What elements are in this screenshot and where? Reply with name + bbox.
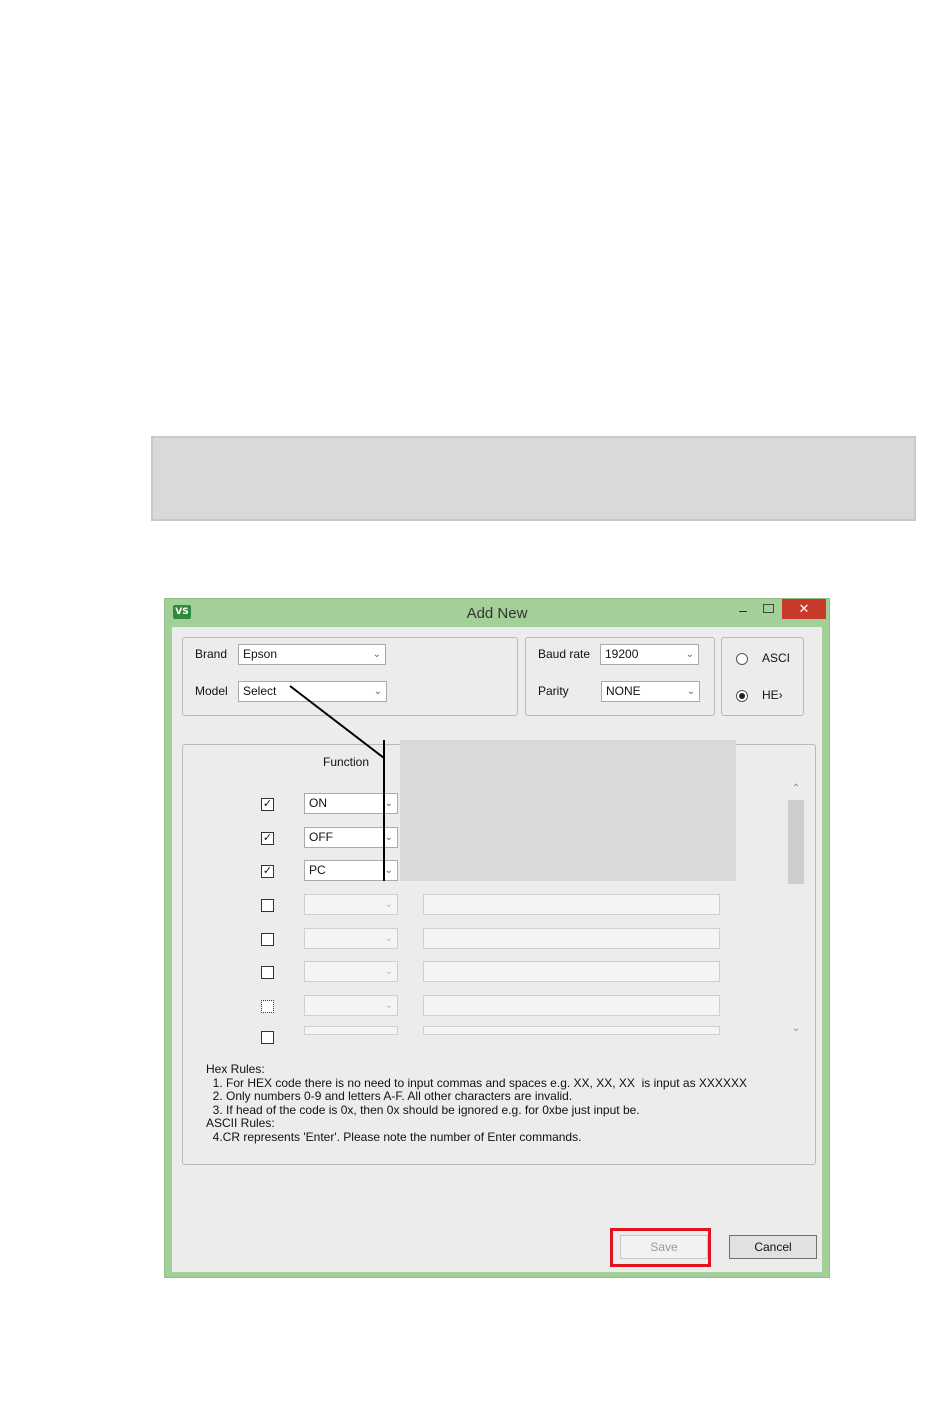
maximize-icon	[763, 604, 774, 613]
add-new-window: VS Add New – ✕ Brand Epson ⌄ Model Selec…	[164, 598, 830, 1278]
cancel-button[interactable]: Cancel	[729, 1235, 817, 1259]
save-highlight-box	[610, 1228, 711, 1267]
leader-line	[289, 685, 385, 759]
title-bar[interactable]: VS Add New – ✕	[165, 599, 829, 625]
minimize-button[interactable]: –	[733, 601, 753, 621]
dialog-body: Brand Epson ⌄ Model Select ⌄ Baud rate 1…	[172, 627, 822, 1272]
maximize-button[interactable]	[758, 601, 778, 621]
window-title: Add New	[466, 605, 528, 622]
callout-box	[151, 436, 916, 521]
close-button[interactable]: ✕	[782, 599, 826, 619]
